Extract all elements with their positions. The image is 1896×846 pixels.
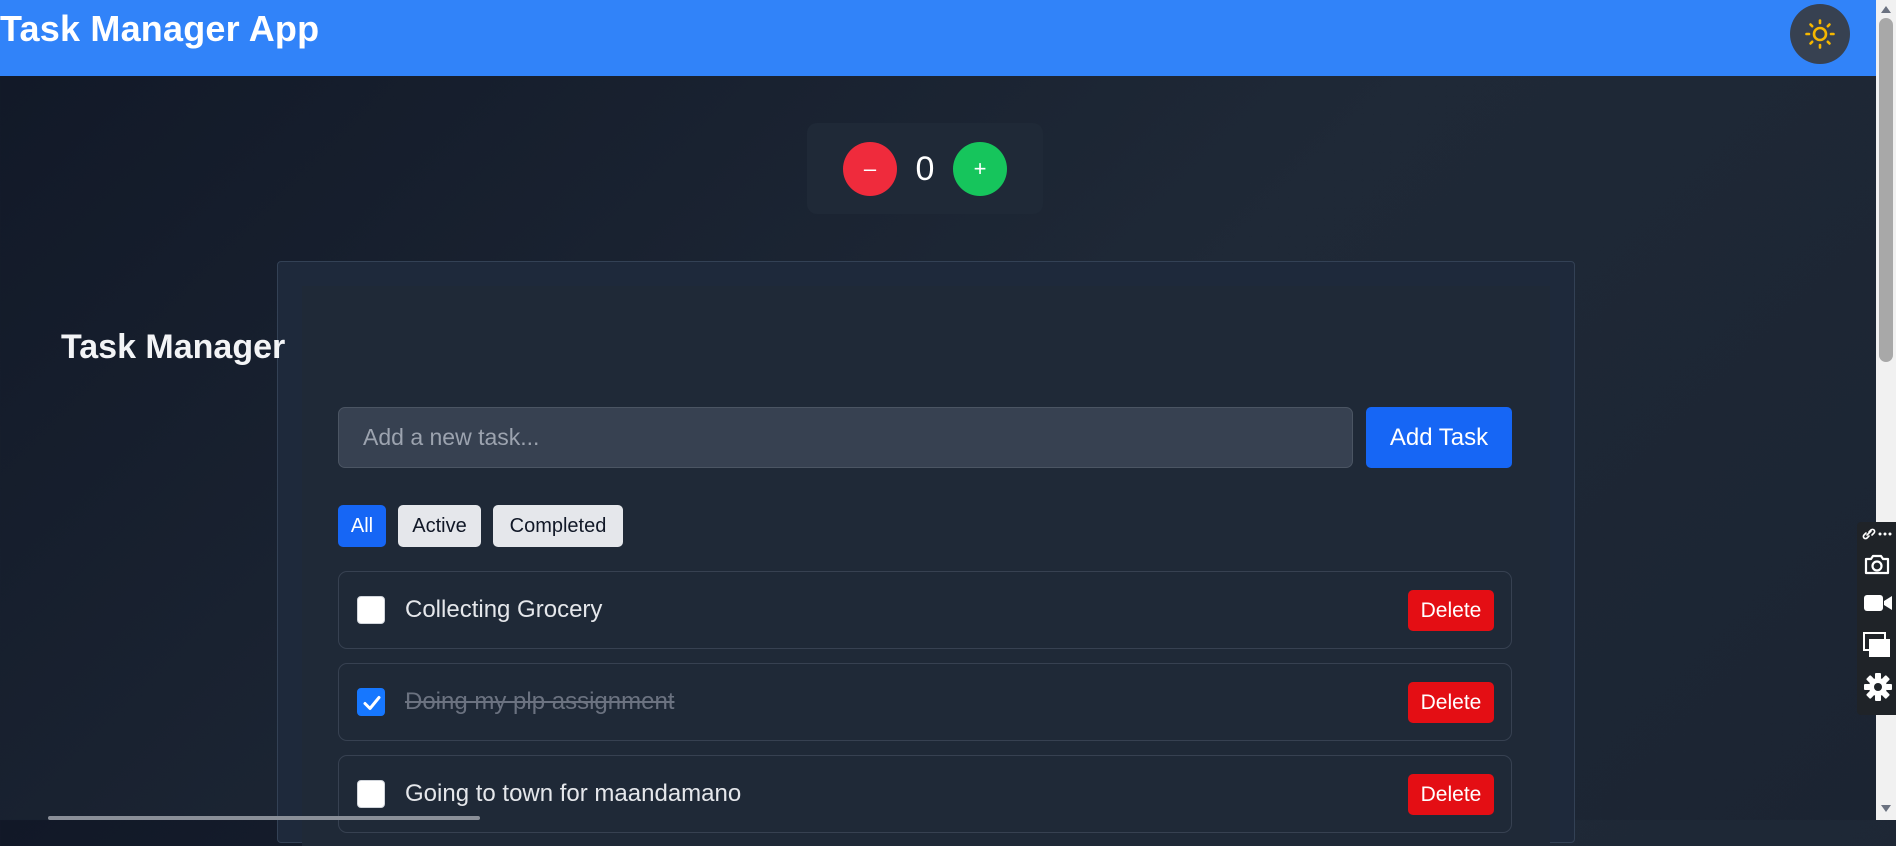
add-task-button[interactable]: Add Task: [1366, 407, 1512, 468]
camera-icon[interactable]: [1863, 552, 1891, 576]
page: Task Manager App – 0 + Task Manager Add …: [0, 0, 1876, 846]
filter-all-button[interactable]: All: [338, 505, 386, 547]
theme-toggle-button[interactable]: [1790, 4, 1850, 64]
task-text: Collecting Grocery: [405, 596, 603, 623]
delete-task-button[interactable]: Delete: [1408, 774, 1494, 815]
increment-button[interactable]: +: [953, 142, 1007, 196]
task-checkbox[interactable]: [357, 688, 385, 716]
horizontal-scrollbar[interactable]: [48, 816, 480, 820]
sun-icon: [1805, 19, 1835, 49]
navbar: Task Manager App: [0, 0, 1876, 76]
delete-task-button[interactable]: Delete: [1408, 590, 1494, 631]
counter-value: 0: [915, 150, 935, 188]
settings-icon[interactable]: [1863, 672, 1893, 702]
task-manager-title: Task Manager: [61, 328, 286, 366]
task-checkbox[interactable]: [357, 596, 385, 624]
checkmark-icon: [363, 696, 381, 710]
delete-task-button[interactable]: Delete: [1408, 682, 1494, 723]
task-text: Going to town for maandamano: [405, 780, 742, 807]
more-icon[interactable]: [1878, 532, 1892, 536]
task-item: Doing my plp assignment Delete: [338, 663, 1512, 741]
link-icon[interactable]: [1862, 528, 1876, 540]
scroll-down-arrow[interactable]: [1881, 805, 1891, 812]
task-item: Going to town for maandamano Delete: [338, 755, 1512, 833]
filter-completed-button[interactable]: Completed: [493, 505, 623, 547]
scroll-up-arrow[interactable]: [1881, 6, 1891, 13]
decrement-button[interactable]: –: [843, 142, 897, 196]
video-icon[interactable]: [1863, 592, 1893, 614]
task-text: Doing my plp assignment: [405, 688, 675, 715]
app-title: Task Manager App: [0, 8, 320, 49]
task-checkbox[interactable]: [357, 780, 385, 808]
windows-icon[interactable]: [1863, 632, 1891, 658]
task-item: Collecting Grocery Delete: [338, 571, 1512, 649]
side-toolbar: [1857, 522, 1896, 715]
new-task-input[interactable]: [338, 407, 1353, 468]
filter-active-button[interactable]: Active: [398, 505, 481, 547]
scroll-thumb[interactable]: [1879, 18, 1893, 362]
counter-panel: – 0 +: [807, 123, 1043, 214]
